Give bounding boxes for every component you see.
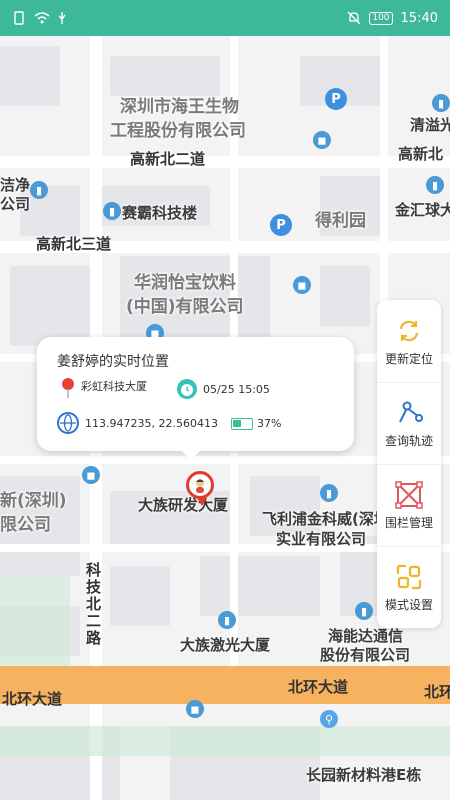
map-label-company1-line2: 工程股份有限公司 (110, 121, 246, 141)
map-label-huarun: 华润怡宝饮料 (134, 273, 236, 293)
building-icon[interactable]: ▮ (103, 202, 121, 220)
map-label-dazu-jiguang: 大族激光大厦 (180, 636, 271, 654)
status-bar: 100 15:40 (0, 0, 450, 36)
battery-row: 37% (231, 417, 281, 430)
device-battery: 37% (257, 417, 282, 430)
mode-icon (396, 564, 422, 590)
map-label-jiejing: 洁净 (0, 176, 31, 194)
fence-manage-label: 围栏管理 (384, 516, 433, 530)
map-label-jiejing-line2: 公司 (0, 195, 31, 213)
query-track-label: 查询轨迹 (384, 434, 433, 448)
update-location-label: 更新定位 (384, 351, 433, 366)
bus-stop-icon[interactable]: ◼ (313, 131, 331, 149)
location-datetime: 05/25 15:05 (203, 382, 270, 396)
map-label-leftcut-line2: 限公司 (0, 515, 51, 535)
building-icon[interactable]: ▮ (432, 94, 450, 112)
bus-stop-icon[interactable]: ◼ (293, 276, 311, 294)
wifi-icon (34, 11, 50, 25)
battery-indicator: 100 (369, 11, 393, 25)
building-icon[interactable]: ▮ (30, 181, 48, 199)
map-label-road: 高新北二道 (130, 150, 206, 168)
building-icon[interactable]: ▮ (355, 602, 373, 620)
map-label-haineng-line2: 股份有限公司 (320, 646, 411, 664)
popup-title: 姜舒婷的实时位置 (57, 354, 169, 370)
update-location-button[interactable]: 更新定位 (377, 300, 441, 382)
mode-setting-label: 模式设置 (384, 598, 433, 612)
map-label-saiba: 赛霸科技楼 (122, 204, 198, 222)
location-info-popup[interactable]: 姜舒婷的实时位置 彩虹科技大厦 05/25 15:05 113.947235, … (37, 337, 354, 460)
user-location-marker[interactable] (186, 471, 214, 506)
map-label-huarun-line2: (中国)有限公司 (126, 297, 244, 317)
building-icon[interactable]: ▮ (320, 484, 338, 502)
map-label-road: 高新北三道 (36, 235, 112, 253)
map-label-haineng: 海能达通信 (328, 627, 404, 645)
parking-icon[interactable]: P (270, 214, 292, 236)
bus-stop-icon[interactable]: ◼ (82, 466, 100, 484)
map-label-road: 北环大道 (2, 690, 63, 708)
place-row: 彩虹科技大厦 (61, 377, 147, 398)
mute-icon (347, 11, 361, 25)
map-label-feilipu-line2: 实业有限公司 (276, 530, 367, 548)
clock-icon (177, 379, 197, 399)
building-icon[interactable]: ▮ (218, 611, 236, 629)
map-label-changyuan: 长园新材料港E栋 (306, 766, 422, 784)
map-label-dazu-yanfa: 大族研发大厦 (138, 496, 229, 514)
bus-stop-icon[interactable]: ◼ (186, 700, 204, 718)
parking-icon[interactable]: P (325, 88, 347, 110)
globe-icon (57, 412, 79, 434)
map-label-gaoxin-right: 高新北 (398, 145, 444, 163)
map-label-road: 科技北二路 (84, 562, 102, 647)
clock: 15:40 (400, 10, 438, 26)
map-label-leftcut: 新(深圳) (0, 491, 67, 511)
map-label-company1: 深圳市海王生物 (120, 97, 239, 117)
sim-icon (12, 11, 26, 25)
map-label-deliyuan: 得利园 (315, 211, 366, 231)
map-label-road: 北环 (424, 683, 450, 701)
building-icon[interactable]: ▮ (426, 176, 444, 194)
action-sidebar: 更新定位 查询轨迹 围栏管理 模式设置 (377, 300, 441, 628)
map-label-jinhui: 金汇球大 (395, 201, 450, 219)
query-track-button[interactable]: 查询轨迹 (377, 382, 441, 464)
map-label-road: 北环大道 (288, 678, 349, 696)
place-name: 彩虹科技大厦 (81, 380, 147, 393)
mode-setting-button[interactable]: 模式设置 (377, 546, 441, 628)
coordinates: 113.947235, 22.560413 (85, 416, 218, 430)
avatar-icon (196, 479, 204, 493)
map-label-feilipu: 飞利浦金科威(深圳) (262, 510, 396, 528)
usb-icon (56, 11, 70, 25)
coords-row: 113.947235, 22.560413 (57, 412, 218, 434)
time-row: 05/25 15:05 (177, 379, 270, 399)
map-label-qingyi: 清溢光 (410, 116, 450, 134)
battery-icon (231, 417, 253, 430)
restroom-icon[interactable]: ⚲ (320, 710, 338, 728)
fence-manage-button[interactable]: 围栏管理 (377, 464, 441, 546)
refresh-icon (399, 320, 419, 341)
track-icon (399, 401, 423, 423)
fence-icon (395, 481, 423, 509)
location-pin-icon (61, 377, 74, 398)
